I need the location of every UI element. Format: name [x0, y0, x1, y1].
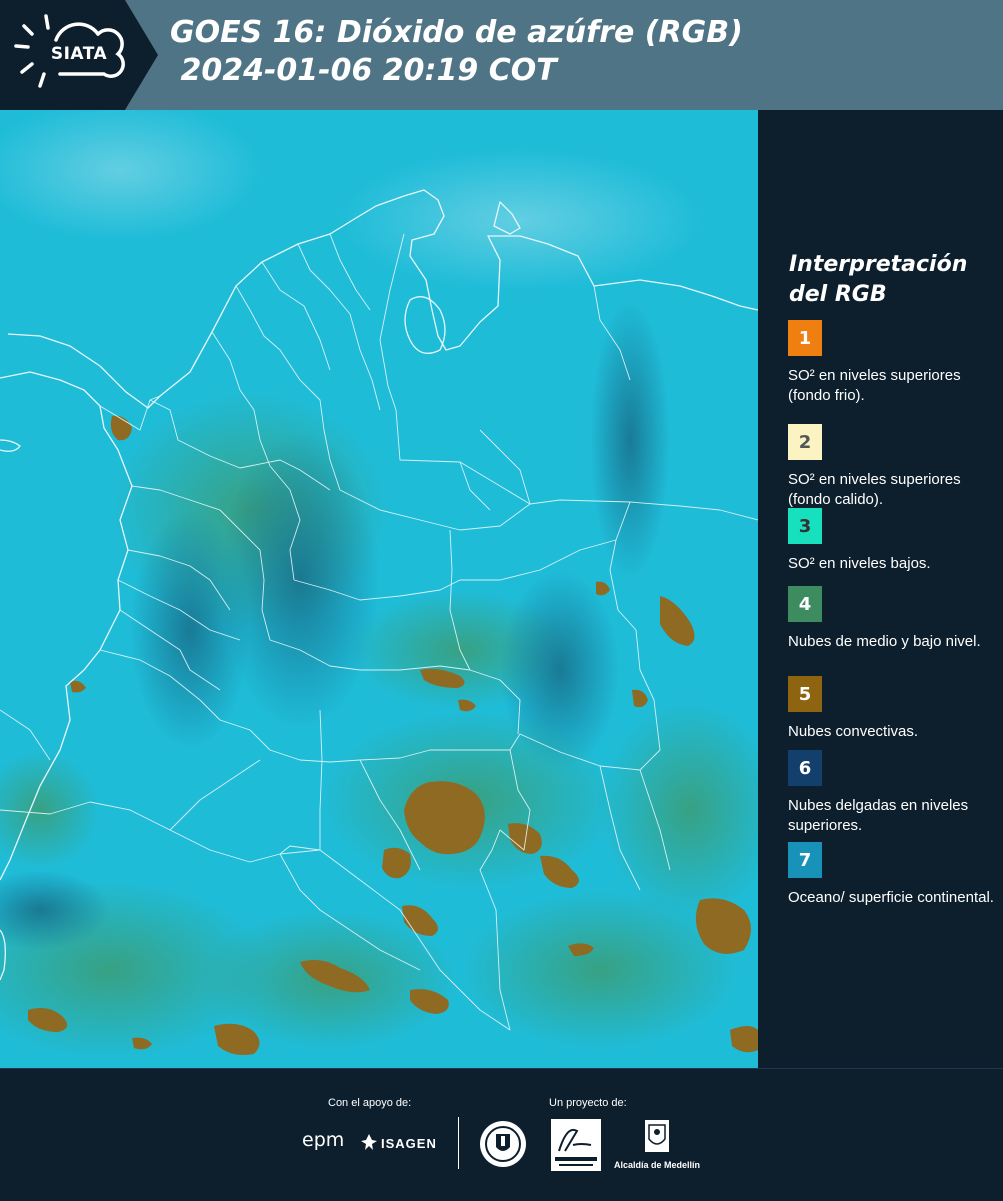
- footer: Con el apoyo de: Un proyecto de: epm ISA…: [0, 1068, 1003, 1201]
- legend-item-3: 3 SO² en niveles bajos.: [788, 508, 998, 574]
- area-metropolitana-logo: [551, 1119, 601, 1171]
- legend-label: SO² en niveles superiores (fondo frio).: [788, 367, 961, 404]
- legend-item-1: 1 SO² en niveles superiores (fondo frio).: [788, 320, 998, 406]
- satellite-map[interactable]: [0, 110, 758, 1068]
- legend-swatch: 3: [788, 508, 822, 544]
- legend-swatch: 5: [788, 676, 822, 712]
- legend-panel: Interpretación del RGB 1 SO² en niveles s…: [760, 110, 1003, 1068]
- legend-title: Interpretación del RGB: [789, 252, 968, 307]
- isagen-icon: [361, 1134, 377, 1150]
- support-label: Con el apoyo de:: [328, 1097, 412, 1109]
- alcaldia-text: Alcaldía de Medellín: [613, 1160, 701, 1170]
- legend-item-2: 2 SO² en niveles superiores (fondo calido…: [788, 424, 998, 510]
- alcaldia-logo: Alcaldía de Medellín: [612, 1119, 702, 1170]
- isagen-logo: ISAGEN: [381, 1136, 437, 1151]
- project-label: Un proyecto de:: [549, 1097, 627, 1109]
- footer-divider: [458, 1117, 459, 1169]
- header-bar: SIATA GOES 16: Dióxido de azúfre (RGB) 2…: [0, 0, 1003, 110]
- logo-text: SIATA: [50, 44, 108, 64]
- legend-item-6: 6 Nubes delgadas en niveles superiores.: [788, 750, 998, 836]
- page-title: GOES 16: Dióxido de azúfre (RGB) 2024-01…: [170, 14, 743, 90]
- legend-swatch: 6: [788, 750, 822, 786]
- epm-logo: epm: [302, 1129, 345, 1151]
- legend-label: Nubes de medio y bajo nivel.: [788, 633, 981, 650]
- legend-label: SO² en niveles superiores (fondo calido)…: [788, 471, 961, 508]
- legend-swatch: 4: [788, 586, 822, 622]
- legend-item-4: 4 Nubes de medio y bajo nivel.: [788, 586, 998, 652]
- medellin-seal-icon: [480, 1121, 526, 1167]
- legend-swatch: 1: [788, 320, 822, 356]
- siata-logo: SIATA: [0, 0, 160, 110]
- legend-label: Nubes delgadas en niveles superiores.: [788, 797, 969, 834]
- legend-swatch: 2: [788, 424, 822, 460]
- legend-label: Nubes convectivas.: [788, 723, 919, 740]
- legend-item-5: 5 Nubes convectivas.: [788, 676, 998, 742]
- legend-item-7: 7 Oceano/ superficie continental.: [788, 842, 998, 908]
- title-line-1: GOES 16: Dióxido de azúfre (RGB): [170, 15, 743, 50]
- title-line-2: 2024-01-06 20:19 COT: [170, 53, 557, 88]
- alcaldia-shield-icon: [645, 1120, 669, 1152]
- legend-swatch: 7: [788, 842, 822, 878]
- legend-label: Oceano/ superficie continental.: [788, 889, 994, 906]
- legend-label: SO² en niveles bajos.: [788, 555, 931, 572]
